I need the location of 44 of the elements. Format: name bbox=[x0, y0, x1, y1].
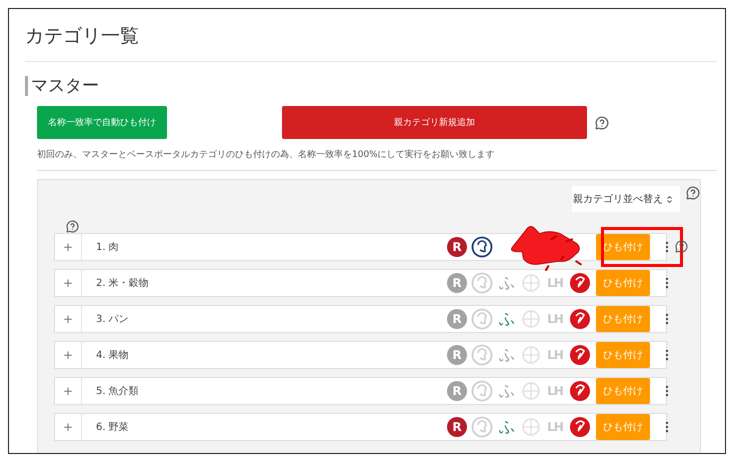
rakuten-logo-icon: R bbox=[447, 381, 467, 401]
globe-logo-icon bbox=[521, 309, 541, 329]
rakuten-logo-icon: R bbox=[447, 345, 467, 365]
expand-toggle[interactable]: + bbox=[55, 342, 82, 368]
crane-logo-icon bbox=[569, 416, 591, 438]
crane-logo-icon bbox=[569, 308, 591, 330]
category-name: 5. 魚介類 bbox=[95, 384, 140, 398]
globe-logo-icon bbox=[521, 273, 541, 293]
sort-select[interactable]: 親カテゴリ並べ替え bbox=[572, 186, 680, 212]
expand-toggle[interactable]: + bbox=[55, 270, 82, 296]
fu-logo-icon: ふ bbox=[497, 416, 517, 438]
help-icon[interactable] bbox=[675, 240, 688, 253]
fu-logo-icon: ふ bbox=[497, 344, 517, 366]
note-text: 初回のみ、マスターとベースポータルカテゴリのひも付けの為、名称一致率を100%にして実行をお願い致します bbox=[37, 148, 717, 171]
add-category-button[interactable]: 親カテゴリ新規追加 bbox=[282, 106, 587, 139]
crane-logo-icon bbox=[569, 344, 591, 366]
expand-toggle[interactable]: + bbox=[55, 234, 82, 260]
fu-logo-icon: ふ bbox=[497, 272, 517, 294]
fu-logo-icon: ふ bbox=[497, 380, 517, 402]
crane-logo-icon bbox=[569, 380, 591, 402]
rakuten-logo-icon: R bbox=[447, 237, 467, 257]
help-icon[interactable] bbox=[66, 220, 79, 233]
section-title: マスター bbox=[25, 76, 717, 96]
page-title: カテゴリ一覧 bbox=[25, 9, 717, 62]
rakuten-logo-icon: R bbox=[447, 273, 467, 293]
expand-toggle[interactable]: + bbox=[55, 378, 82, 404]
expand-toggle[interactable]: + bbox=[55, 414, 82, 440]
globe-logo-icon bbox=[521, 381, 541, 401]
category-name: 3. パン bbox=[95, 313, 130, 326]
globe-logo-icon bbox=[521, 417, 541, 437]
globe-logo-icon bbox=[521, 345, 541, 365]
help-icon[interactable] bbox=[595, 116, 609, 130]
category-name: 4. 果物 bbox=[95, 349, 130, 362]
expand-toggle[interactable]: + bbox=[55, 306, 82, 332]
rakuten-logo-icon: R bbox=[447, 309, 467, 329]
rakuten-logo-icon: R bbox=[447, 417, 467, 437]
sort-arrows-icon bbox=[665, 194, 674, 204]
auto-link-button[interactable]: 名称一致率で自動ひも付け bbox=[37, 106, 167, 139]
crane-logo-icon bbox=[569, 272, 591, 294]
category-name: 1. 肉 bbox=[95, 241, 120, 254]
category-name: 6. 野菜 bbox=[95, 420, 130, 434]
fu-logo-icon: ふ bbox=[497, 308, 517, 330]
help-icon[interactable] bbox=[686, 186, 700, 200]
category-name: 2. 米・穀物 bbox=[95, 276, 150, 290]
